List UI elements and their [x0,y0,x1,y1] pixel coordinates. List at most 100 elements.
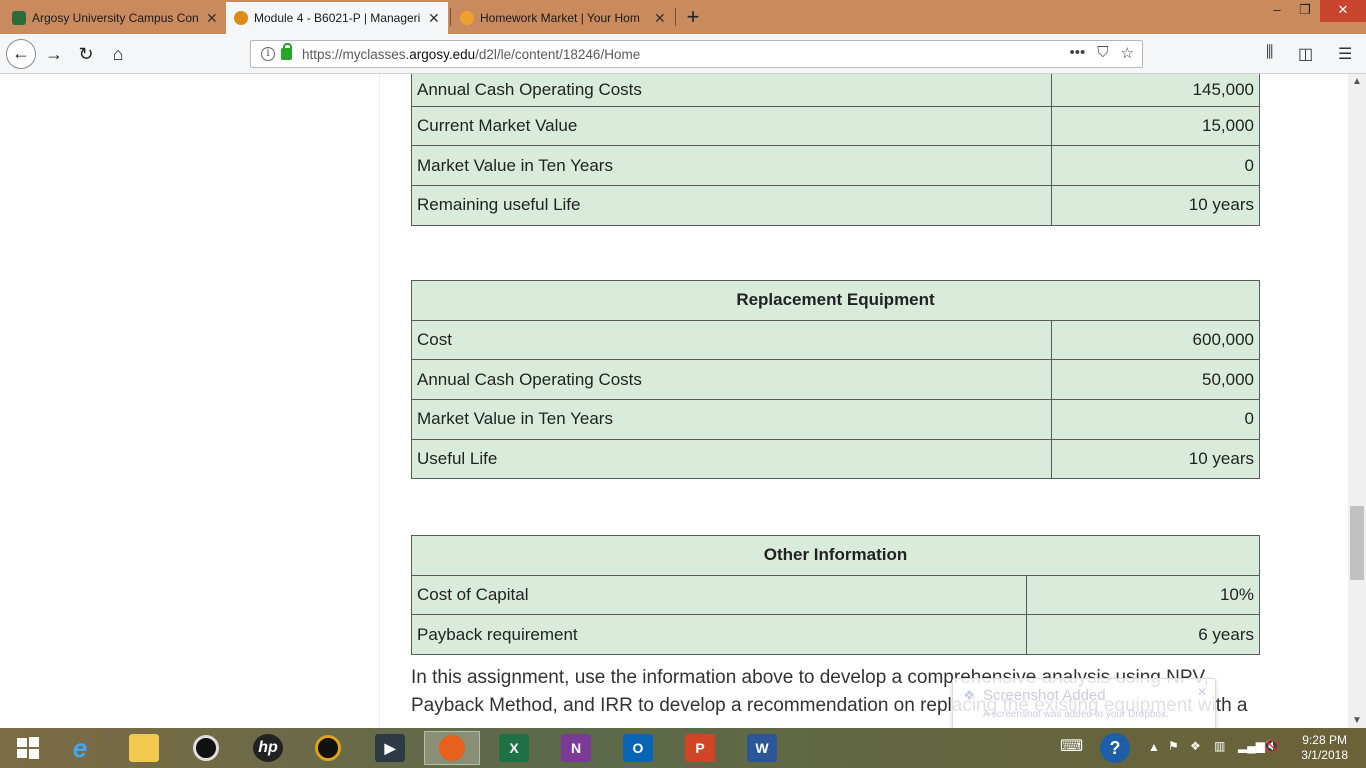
powerpoint-icon[interactable]: P [672,731,728,765]
row-label: Market Value in Ten Years [410,399,1053,440]
onenote-icon[interactable]: N [548,731,604,765]
row-label: Cost of Capital [410,574,1028,616]
row-value: 145,000 [1051,74,1260,107]
tab-homework-market[interactable]: Homework Market | Your Hom ✕ [452,2,674,34]
table-header-row: Replacement Equipment [411,280,1260,321]
scrollbar-thumb[interactable] [1350,506,1364,580]
restore-button[interactable]: ❐ [1290,0,1320,22]
tab-divider [675,8,676,26]
internet-explorer-icon[interactable]: e [52,731,108,765]
help-icon[interactable]: ? [1100,733,1130,763]
scroll-down-arrow-icon[interactable]: ▼ [1348,715,1366,726]
row-label: Annual Cash Operating Costs [410,74,1053,107]
row-value: 0 [1051,145,1260,187]
row-label: Payback requirement [410,614,1028,656]
table-row: Cost 600,000 [410,319,1260,361]
volume-muted-icon[interactable]: 🔇 [1264,739,1279,753]
show-hidden-icons-icon[interactable]: ▲ [1148,740,1160,754]
row-value: 0 [1051,399,1260,440]
tab-argosy-campus[interactable]: Argosy University Campus Con ✕ [4,2,226,34]
library-icon[interactable]: ⫼ [1266,44,1273,62]
table-row: Useful Life 10 years [410,438,1260,480]
address-actions: ••• ⛉ ☆ [1070,44,1134,62]
notification-body: A screenshot was added to your Dropbox. [983,709,1169,720]
page-content: Annual Cash Operating Costs 145,000 Curr… [380,74,1350,728]
row-label: Annual Cash Operating Costs [410,359,1053,401]
media-app-icon[interactable] [300,731,356,765]
new-tab-button[interactable]: + [680,4,706,30]
argosy-favicon-icon [12,11,26,25]
back-button[interactable]: ← [6,39,36,69]
vertical-scrollbar[interactable]: ▲ ▼ [1348,74,1366,728]
clock-time: 9:28 PM [1302,733,1347,747]
screenshot-notification[interactable]: ❖ Screenshot Added A screenshot was adde… [952,678,1216,730]
clock-date: 3/1/2018 [1301,748,1348,762]
keyboard-icon[interactable]: ⌨ [1060,736,1083,756]
row-label: Market Value in Ten Years [410,145,1053,187]
video-app-icon[interactable]: ▶ [362,731,418,765]
homework-favicon-icon [460,11,474,25]
table-row: Annual Cash Operating Costs 50,000 [410,359,1260,401]
flag-icon[interactable]: ⚑ [1168,739,1179,753]
replacement-equipment-table: Replacement Equipment Cost 600,000 Annua… [410,280,1260,480]
table-header-row: Other Information [411,535,1260,576]
hp-icon[interactable]: hp [240,731,296,765]
firefox-taskbar-icon[interactable] [424,731,480,765]
start-button[interactable] [0,731,56,765]
network-icon[interactable]: ▥ [1214,739,1225,753]
scroll-up-arrow-icon[interactable]: ▲ [1348,76,1366,87]
excel-icon[interactable]: X [486,731,542,765]
word-icon[interactable]: W [734,731,790,765]
left-navigation-panel [0,74,380,728]
row-value: 600,000 [1051,319,1260,361]
bookmark-star-icon[interactable]: ☆ [1121,44,1134,62]
tab-divider [450,8,451,26]
signal-icon[interactable]: ▂▄▆ [1238,739,1265,753]
tab-module-4[interactable]: Module 4 - B6021-P | Manageri ✕ [226,2,448,34]
outlook-icon[interactable]: O [610,731,666,765]
close-window-button[interactable]: ✕ [1320,0,1366,22]
close-notification-icon[interactable]: ✕ [1197,685,1207,699]
menu-icon[interactable]: ☰ [1338,44,1352,64]
address-bar[interactable]: i https://myclasses.argosy.edu/d2l/le/co… [250,40,1143,68]
windows-logo-icon [17,737,39,759]
table-row: Cost of Capital 10% [410,574,1260,616]
close-tab-icon[interactable]: ✕ [428,10,440,27]
tab-title: Argosy University Campus Con [32,11,199,25]
dropbox-icon: ❖ [963,687,976,703]
camera-app-icon[interactable] [178,731,234,765]
table-title: Replacement Equipment [411,280,1260,321]
tab-strip: Argosy University Campus Con ✕ Module 4 … [0,0,1366,34]
pocket-icon[interactable]: ⛉ [1097,44,1108,62]
row-label: Current Market Value [410,105,1053,147]
reload-button[interactable]: ↻ [72,40,100,68]
row-label: Cost [410,319,1053,361]
table-row: Payback requirement 6 years [410,614,1260,656]
navigation-bar: ← → ↻ ⌂ i https://myclasses.argosy.edu/d… [0,34,1366,74]
system-clock[interactable]: 9:28 PM 3/1/2018 [1301,733,1348,763]
table-row: Annual Cash Operating Costs 145,000 [410,74,1260,107]
url-text: https://myclasses.argosy.edu/d2l/le/cont… [302,46,641,62]
sidebar-icon[interactable]: ◫ [1298,44,1313,64]
forward-button[interactable]: → [40,40,68,68]
info-icon[interactable]: i [261,47,275,61]
module-favicon-icon [234,11,248,25]
home-button[interactable]: ⌂ [104,40,132,68]
close-tab-icon[interactable]: ✕ [206,10,218,27]
table-row: Current Market Value 15,000 [410,105,1260,147]
row-label: Remaining useful Life [410,185,1053,226]
close-tab-icon[interactable]: ✕ [654,10,666,27]
tab-title: Module 4 - B6021-P | Manageri [254,11,421,25]
row-value: 10 years [1051,438,1260,480]
dropbox-tray-icon[interactable]: ❖ [1190,739,1201,753]
table-row: Market Value in Ten Years 0 [410,399,1260,440]
row-value: 6 years [1026,614,1260,656]
tab-title: Homework Market | Your Hom [480,11,640,25]
row-value: 10% [1026,574,1260,616]
page-actions-button[interactable]: ••• [1070,44,1086,62]
file-explorer-icon[interactable] [116,731,172,765]
other-information-table: Other Information Cost of Capital 10% Pa… [410,535,1260,656]
lock-icon [281,43,292,60]
minimize-button[interactable]: – [1262,0,1292,22]
table-row: Remaining useful Life 10 years [410,185,1260,226]
